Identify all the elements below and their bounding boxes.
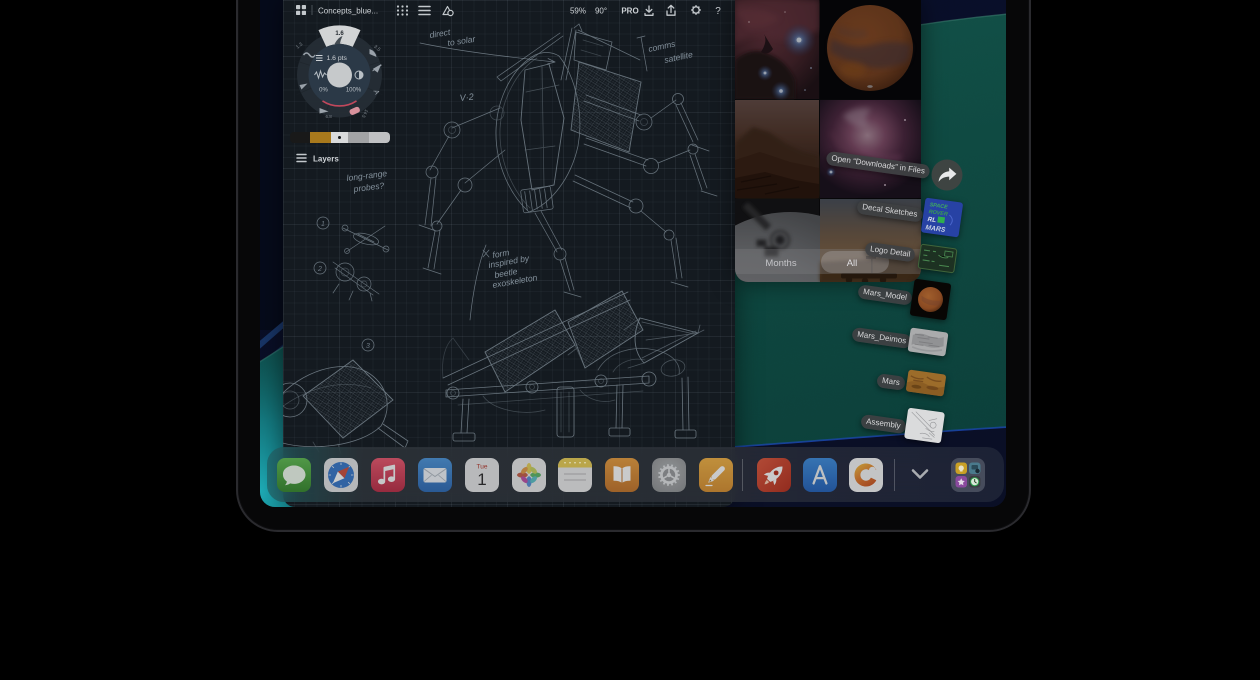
svg-text:probes?: probes? bbox=[352, 180, 385, 194]
svg-text:2: 2 bbox=[317, 266, 322, 273]
svg-text:?: ? bbox=[715, 6, 721, 17]
svg-text:1.6 pts: 1.6 pts bbox=[327, 55, 348, 62]
svg-text:All: All bbox=[847, 258, 858, 269]
svg-text:90°: 90° bbox=[595, 7, 607, 16]
svg-text:Months: Months bbox=[765, 258, 796, 269]
svg-text:6.8: 6.8 bbox=[326, 114, 333, 119]
svg-text:1.6: 1.6 bbox=[335, 31, 344, 37]
svg-text:Layers: Layers bbox=[313, 155, 339, 164]
svg-text:0%: 0% bbox=[319, 88, 328, 94]
svg-text:PRO: PRO bbox=[621, 7, 638, 16]
svg-text:comms: comms bbox=[647, 38, 677, 54]
svg-text:1.3: 1.3 bbox=[295, 41, 304, 50]
svg-text:100%: 100% bbox=[346, 88, 362, 94]
svg-text:RL: RL bbox=[927, 216, 937, 224]
svg-text:MARS: MARS bbox=[925, 224, 946, 234]
svg-text:satellite: satellite bbox=[663, 49, 694, 65]
svg-text:1: 1 bbox=[477, 470, 486, 489]
svg-text:to solar: to solar bbox=[447, 34, 477, 48]
svg-text:V·2: V·2 bbox=[459, 92, 474, 103]
svg-text:Concepts_blue...: Concepts_blue... bbox=[318, 7, 378, 16]
svg-text:59%: 59% bbox=[570, 7, 586, 16]
svg-text:1: 1 bbox=[321, 221, 325, 228]
svg-text:3: 3 bbox=[366, 343, 370, 350]
